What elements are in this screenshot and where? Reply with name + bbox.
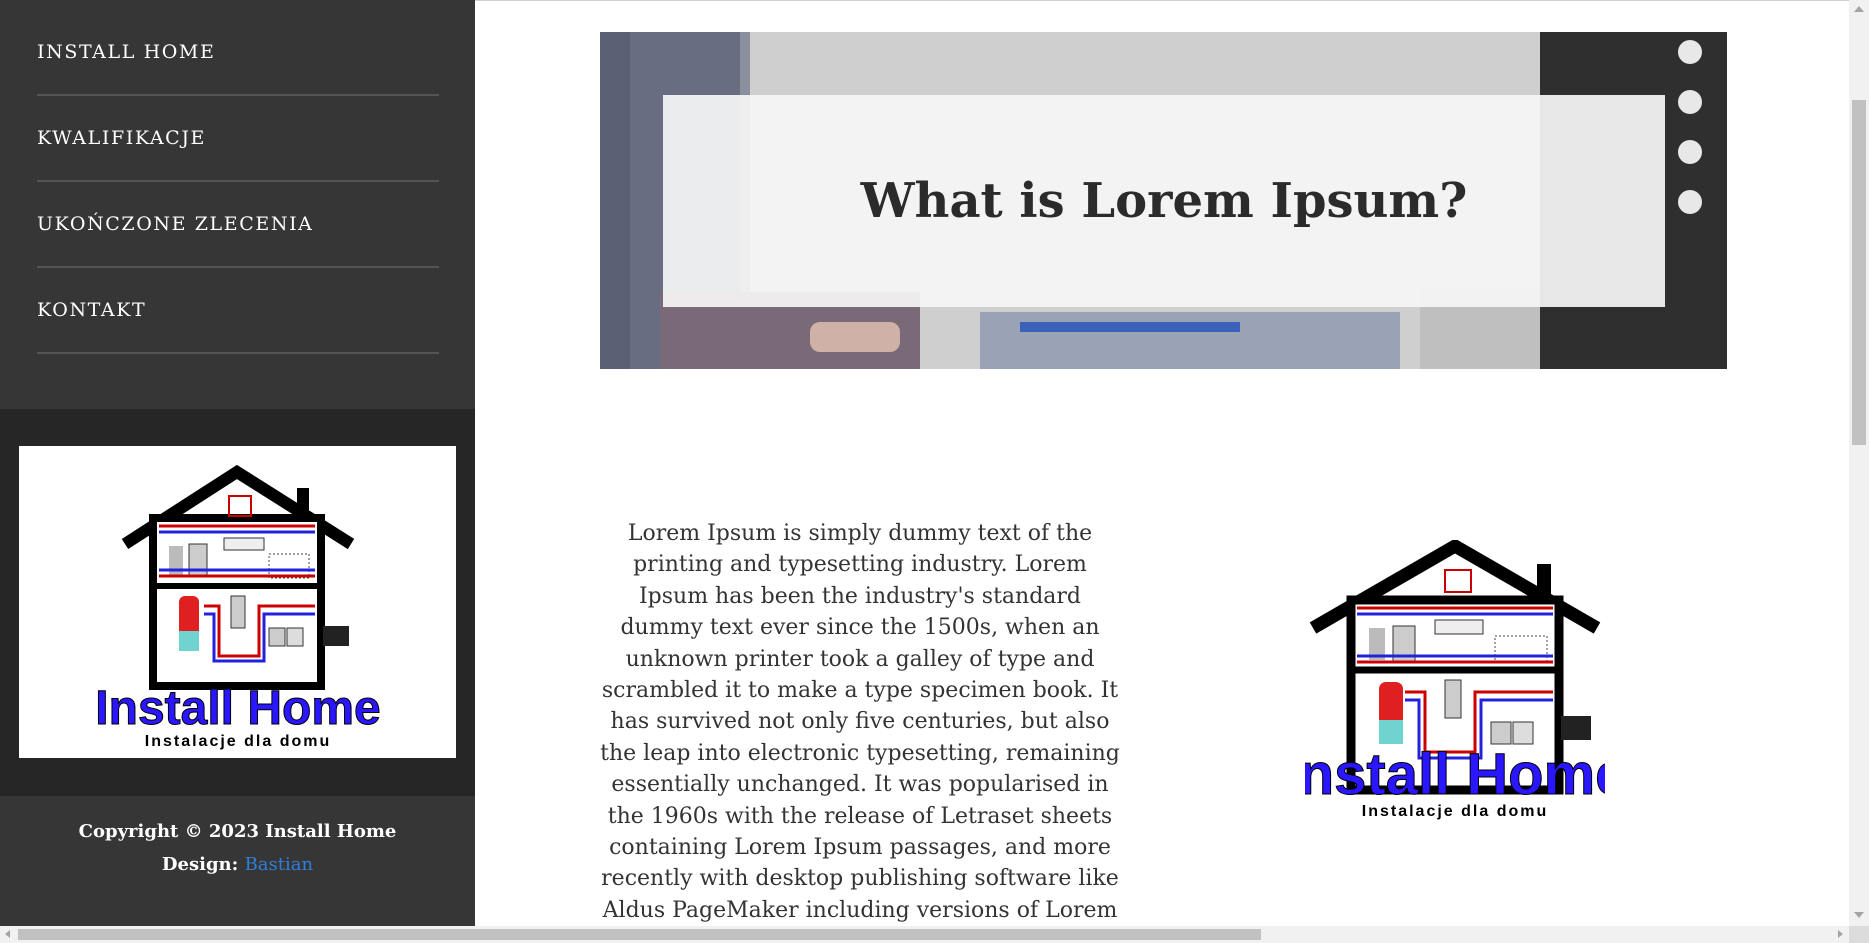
scroll-right-arrow-icon[interactable] — [1838, 930, 1843, 938]
sidebar-logo-band: Install Home Instalacje dla domu — [0, 409, 475, 796]
scroll-up-arrow-icon[interactable] — [1854, 6, 1864, 12]
scroll-left-arrow-icon[interactable] — [5, 930, 10, 938]
content-logo: Install Home Instalacje dla domu — [1282, 538, 1628, 820]
scrollbar-corner — [1849, 926, 1869, 943]
sidebar-footer: Copyright © 2023 Install Home Design: Ba… — [0, 815, 475, 881]
horizontal-scrollbar[interactable] — [0, 926, 1849, 943]
top-border — [475, 0, 1869, 1]
nav-item-kwalifikacje[interactable]: KWALIFIKACJE — [37, 96, 439, 182]
house-logo-icon: Install Home Instalacje dla domu — [95, 464, 381, 750]
design-credit: Design: Bastian — [0, 848, 475, 881]
vertical-scroll-thumb[interactable] — [1852, 100, 1866, 445]
hero-banner: What is Lorem Ipsum? — [600, 32, 1727, 369]
hero-card: What is Lorem Ipsum? — [663, 95, 1665, 307]
house-logo-icon: Install Home Instalacje dla domu — [1282, 538, 1628, 820]
nav-item-kontakt[interactable]: KONTAKT — [37, 268, 439, 354]
design-label: Design: — [161, 854, 239, 875]
logo-brand-text: Install Home — [1305, 742, 1605, 807]
intro-paragraph: Lorem Ipsum is simply dummy text of the … — [600, 521, 1120, 943]
main-nav: INSTALL HOME KWALIFIKACJE UKOŃCZONE ZLEC… — [37, 10, 439, 354]
horizontal-scroll-thumb[interactable] — [18, 929, 1261, 940]
sidebar-logo[interactable]: Install Home Instalacje dla domu — [19, 446, 456, 758]
logo-tagline-text: Instalacje dla domu — [145, 733, 331, 750]
designer-link[interactable]: Bastian — [245, 854, 314, 875]
page-title: What is Lorem Ipsum? — [860, 173, 1468, 229]
logo-brand-text: Install Home — [95, 682, 380, 735]
nav-item-ukonczone-zlecenia[interactable]: UKOŃCZONE ZLECENIA — [37, 182, 439, 268]
vertical-scrollbar[interactable] — [1849, 0, 1869, 926]
nav-item-install-home[interactable]: INSTALL HOME — [37, 10, 439, 96]
scroll-down-arrow-icon[interactable] — [1854, 912, 1864, 918]
copyright-text: Copyright © 2023 Install Home — [78, 821, 397, 842]
sidebar: INSTALL HOME KWALIFIKACJE UKOŃCZONE ZLEC… — [0, 0, 475, 926]
logo-tagline-text: Instalacje dla domu — [1362, 803, 1548, 820]
